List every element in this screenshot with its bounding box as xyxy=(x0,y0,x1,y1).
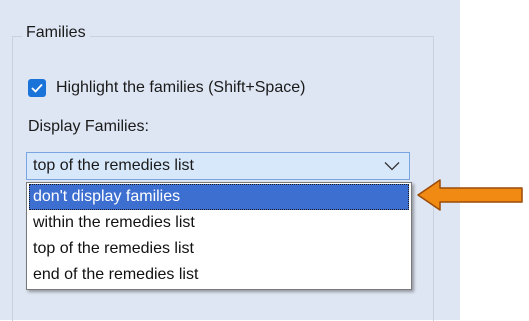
settings-panel: Families Highlight the families (Shift+S… xyxy=(0,0,460,321)
display-families-label: Display Families: xyxy=(28,118,149,135)
group-title: Families xyxy=(22,24,90,42)
arrow-left-icon xyxy=(417,179,523,211)
option-within-remedies-list[interactable]: within the remedies list xyxy=(29,210,409,236)
option-end-of-remedies-list[interactable]: end of the remedies list xyxy=(29,262,409,288)
select-value: top of the remedies list xyxy=(33,157,194,174)
option-dont-display-families[interactable]: don't display families xyxy=(29,184,409,210)
checkmark-icon xyxy=(31,83,43,93)
highlight-families-checkbox[interactable] xyxy=(28,79,46,97)
display-families-select[interactable]: top of the remedies list xyxy=(26,152,410,180)
highlight-families-checkbox-row[interactable]: Highlight the families (Shift+Space) xyxy=(28,78,305,98)
chevron-down-icon[interactable] xyxy=(381,155,403,177)
highlight-families-label: Highlight the families (Shift+Space) xyxy=(56,79,306,96)
option-top-of-remedies-list[interactable]: top of the remedies list xyxy=(29,236,409,262)
display-families-dropdown-list: don't display families within the remedi… xyxy=(26,182,412,290)
